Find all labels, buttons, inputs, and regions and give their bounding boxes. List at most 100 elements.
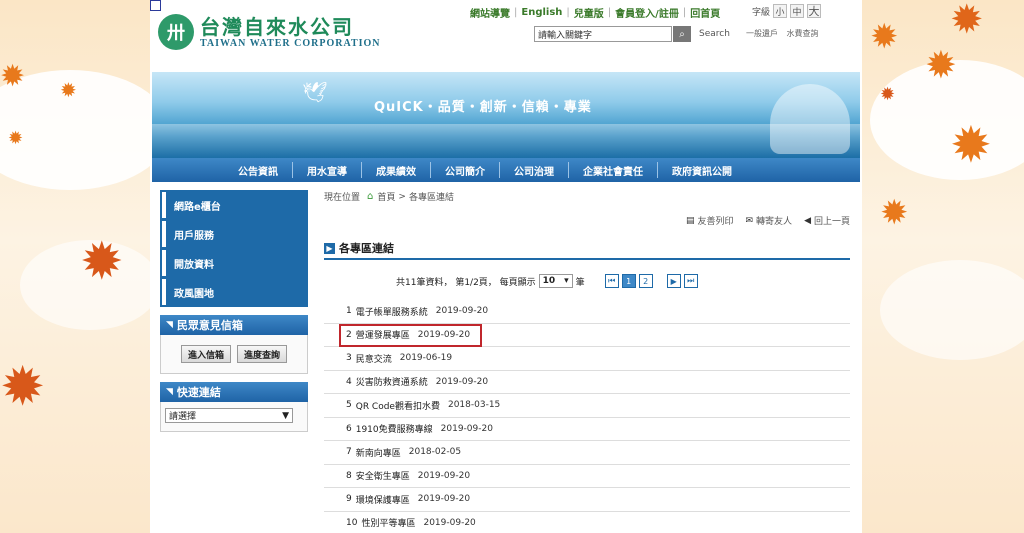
section-title: 各專區連結 <box>339 242 394 255</box>
maple-leaf-icon: ✹ <box>950 0 984 43</box>
page-1-button[interactable]: 1 <box>621 274 636 288</box>
first-page-button[interactable]: ⏮ <box>604 274 619 288</box>
back-button[interactable]: ◀ 回上一頁 <box>804 214 850 228</box>
last-page-button[interactable]: ⏭ <box>683 274 698 288</box>
breadcrumb-current: 各專區連結 <box>408 193 454 203</box>
list-item[interactable]: 5 QR Code觀看扣水費 2018-03-15 <box>324 394 850 418</box>
pager-summary: 共11筆資料， 第1/2頁， 每頁顯示 <box>396 277 536 288</box>
nav-item-announcements[interactable]: 公告資訊 <box>224 162 293 178</box>
nav-item-water-usage[interactable]: 用水宣導 <box>293 162 362 178</box>
top-link-login[interactable]: 會員登入/註冊 <box>615 5 679 20</box>
per-page-select[interactable]: 10 ▾ <box>538 274 573 288</box>
search-input[interactable] <box>534 26 672 42</box>
list-item[interactable]: 3 民意交流 2019-06-19 <box>324 347 850 371</box>
item-number: 1 <box>346 306 352 317</box>
enter-mailbox-button[interactable]: 進入信箱 <box>180 345 231 363</box>
water-glass-image <box>770 84 850 154</box>
search-label[interactable]: Search <box>699 29 730 39</box>
item-number: 6 <box>346 423 352 434</box>
item-date: 2019-09-20 <box>435 376 489 387</box>
sidebar-item-open-data[interactable]: 開放資料 <box>162 250 306 276</box>
item-date: 2019-09-20 <box>417 494 471 505</box>
cloud-decoration <box>0 70 170 190</box>
sub-link-bill[interactable]: 水費查詢 <box>787 29 819 38</box>
list-item[interactable]: 8 安全衛生專區 2019-09-20 <box>324 465 850 488</box>
breadcrumb-home[interactable]: 首頁 <box>377 190 395 203</box>
nav-item-csr[interactable]: 企業社會責任 <box>569 162 658 178</box>
font-size-large-button[interactable]: 大 <box>807 4 822 18</box>
sidebar-item-e-counter[interactable]: 網路e櫃台 <box>162 192 306 218</box>
logo-chinese-name: 台灣自來水公司 <box>200 14 354 39</box>
home-icon: ⌂ <box>367 191 374 202</box>
top-link-sitemap[interactable]: 網站導覽 <box>470 5 510 20</box>
item-date: 2019-09-20 <box>440 423 493 434</box>
maple-leaf-icon: ✹ <box>880 84 896 105</box>
font-size-medium-button[interactable]: 中 <box>790 4 805 18</box>
item-title[interactable]: 民意交流 <box>356 352 392 365</box>
focus-box <box>150 0 161 11</box>
print-button[interactable]: ▤ 友善列印 <box>686 214 734 228</box>
mailbox-panel-header: ◥ 民眾意見信箱 <box>160 315 308 335</box>
item-title[interactable]: 1910免費服務專線 <box>356 422 433 435</box>
sub-links: 一般遺戶 水費查詢 <box>746 28 825 39</box>
nav-item-governance[interactable]: 公司治理 <box>500 162 569 178</box>
list-item[interactable]: 4 災害防救資通系統 2019-09-20 <box>324 371 850 394</box>
sub-link-general[interactable]: 一般遺戶 <box>746 29 778 38</box>
arrow-icon: ◥ <box>166 320 173 330</box>
site-logo[interactable]: 卅 台灣自來水公司 TAIWAN WATER CORPORATION <box>158 14 381 50</box>
item-title[interactable]: QR Code觀看扣水費 <box>356 399 440 412</box>
font-size-control: 字級 小 中 大 <box>752 4 822 18</box>
dropdown-arrow-icon: ▼ <box>282 410 289 421</box>
item-date: 2019-06-19 <box>399 353 453 364</box>
item-date: 2019-09-20 <box>417 470 471 481</box>
item-title[interactable]: 電子帳單服務系統 <box>356 305 428 318</box>
maple-leaf-icon: ✹ <box>870 17 899 57</box>
search-icon[interactable]: ⌕ <box>673 26 691 42</box>
forward-button[interactable]: ✉ 轉寄友人 <box>746 214 793 228</box>
item-title[interactable]: 災害防救資通系統 <box>356 375 428 388</box>
page-tools: ▤ 友善列印 ✉ 轉寄友人 ◀ 回上一頁 <box>674 214 850 228</box>
item-title[interactable]: 安全衛生專區 <box>356 469 410 482</box>
section-heading: ▶ 各專區連結 <box>324 238 850 260</box>
mailbox-panel: 進入信箱 進度查詢 <box>160 335 308 374</box>
sidebar-menu: 網路e櫃台 用戶服務 開放資料 政風園地 <box>160 190 308 307</box>
arrow-icon: ▶ <box>324 242 335 254</box>
sidebar-item-ethics[interactable]: 政風園地 <box>162 279 306 305</box>
nav-item-gov-info[interactable]: 政府資訊公開 <box>658 162 746 178</box>
top-link-home[interactable]: 回首頁 <box>690 5 720 20</box>
list-item[interactable]: 2 營運發展專區 2019-09-20 <box>324 323 850 347</box>
main-nav: 公告資訊 用水宣導 成果績效 公司簡介 公司治理 企業社會責任 政府資訊公開 <box>152 158 860 182</box>
item-title[interactable]: 環境保護專區 <box>356 493 410 506</box>
item-date: 2019-09-20 <box>423 517 476 528</box>
search-bar: ⌕ Search <box>534 26 730 42</box>
nav-item-results[interactable]: 成果績效 <box>362 162 431 178</box>
page-2-button[interactable]: 2 <box>638 274 653 288</box>
link-list: 1 電子帳單服務系統 2019-09-20 2 營運發展專區 2019-09-20 3民… <box>324 300 850 533</box>
top-link-kids[interactable]: 兒童版 <box>574 5 604 20</box>
font-size-label: 字級 <box>752 7 771 18</box>
progress-query-button[interactable]: 進度查詢 <box>237 345 288 363</box>
quicklinks-select[interactable]: 請選擇 ▼ <box>165 408 293 423</box>
top-link-english[interactable]: English <box>521 7 562 18</box>
banner-slogan: QuICK・品質・創新・信賴・專業 <box>374 100 592 115</box>
item-date: 2018-03-15 <box>447 400 501 411</box>
item-number: 10 <box>346 517 358 528</box>
per-page-unit: 筆 <box>575 277 585 288</box>
next-page-button[interactable]: ▶ <box>666 274 681 288</box>
list-item[interactable]: 9 環境保護專區 2019-09-20 <box>324 488 850 512</box>
seagull-icon: 🕊 <box>302 80 328 104</box>
list-item[interactable]: 7 新南向專區 2018-02-05 <box>324 441 850 465</box>
list-item[interactable]: 10 性別平等專區 2019-09-20 <box>324 512 850 533</box>
item-title[interactable]: 性別平等專區 <box>361 516 415 529</box>
nav-item-about[interactable]: 公司簡介 <box>431 162 500 178</box>
font-size-small-button[interactable]: 小 <box>773 4 788 18</box>
list-item[interactable]: 6 1910免費服務專線 2019-09-20 <box>324 418 850 441</box>
back-label: 回上一頁 <box>813 217 850 227</box>
sidebar-item-user-services[interactable]: 用戶服務 <box>162 221 306 247</box>
item-title[interactable]: 新南向專區 <box>356 446 401 459</box>
hero-banner: 🕊 QuICK・品質・創新・信賴・專業 <box>152 72 860 158</box>
pagination: 共11筆資料， 第1/2頁， 每頁顯示 10 ▾ 筆 ⏮ 1 2 ▶ ⏭ <box>396 274 698 288</box>
quicklinks-title: 快速連結 <box>176 386 221 399</box>
breadcrumb: 現在位置 ⌂ 首頁 > 各專區連結 <box>324 190 850 203</box>
list-item[interactable]: 1 電子帳單服務系統 2019-09-20 <box>324 300 850 324</box>
